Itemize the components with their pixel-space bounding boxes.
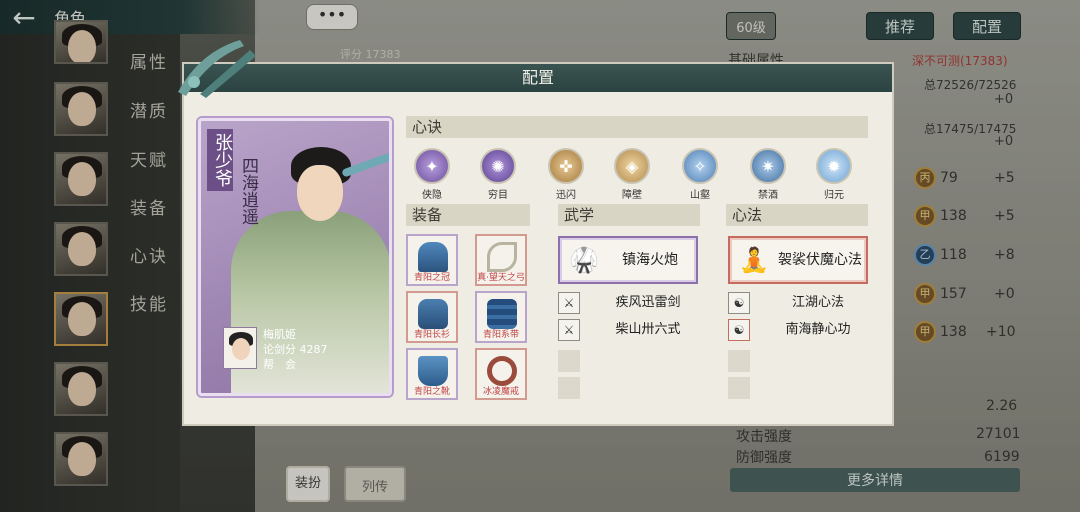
mind-skill[interactable]: ✧ 山壑 [678,148,722,201]
mind-skill-label: 障壁 [622,190,642,201]
heart-sub-skill[interactable]: ☯ 江湖心法 [728,292,872,314]
martial-main-skill[interactable]: 🥋 镇海火炮 [558,236,698,284]
martial-main-label: 镇海火炮 [622,252,678,268]
equipment-label: 青阳长衫 [413,330,450,340]
mind-skill-icon: ✺ [480,148,516,184]
meditation-icon: ☯ [728,292,750,314]
mind-skill[interactable]: ✷ 禁酒 [746,148,790,201]
owner-avatar[interactable] [223,327,257,369]
equipment-label: 青阳系带 [482,330,519,340]
boots-icon [418,356,448,386]
mind-skill[interactable]: ✦ 侠隐 [410,148,454,201]
mind-skill-icon: ✦ [414,148,450,184]
owner-face [232,338,250,360]
equipment-label: 青阳之冠 [413,273,450,283]
mind-skill-label: 迅闪 [556,190,576,201]
empty-skill-slot[interactable] [728,377,750,399]
mind-skill-label: 归元 [824,190,844,201]
heart-sub-label: 江湖心法 [791,295,844,310]
sword-ornament-icon [178,40,256,98]
martial-sub-skill[interactable]: ⚔ 疾风迅雷剑 [558,292,702,314]
character-title: 四海逍遥 [238,157,258,225]
owner-score: 论剑分 4287 [263,343,328,356]
mind-skill-label: 禁酒 [758,190,778,201]
equipment-slot-ring[interactable]: 冰凌魔戒 [475,348,527,400]
martial-pose-icon: ⚔ [558,319,580,341]
owner-name: 梅肌姬 [263,328,296,341]
ring-icon [487,356,517,386]
equipment-label: 冰凌魔戒 [482,387,519,397]
equipment-slot-belt[interactable]: 青阳系带 [475,291,527,343]
robe-icon [418,299,448,329]
section-heart: 心法 [726,204,868,226]
empty-skill-slot[interactable] [558,377,580,399]
mind-skill-label: 穷目 [488,190,508,201]
heart-sub-skill[interactable]: ☯ 南海静心功 [728,319,872,341]
mind-skill-icon: ✧ [682,148,718,184]
mind-skill[interactable]: ✹ 归元 [812,148,856,201]
meditation-icon: 🧘 [739,246,769,274]
heart-sub-label: 南海静心功 [785,322,851,337]
section-equipment: 装备 [406,204,530,226]
owner-guild: 帮 会 [263,358,296,371]
equipment-slot-boots[interactable]: 青阳之靴 [406,348,458,400]
equipment-label: 真·望天之弓 [477,273,525,283]
mind-skill[interactable]: ◈ 障壁 [610,148,654,201]
meditation-icon: ☯ [728,319,750,341]
equipment-slot-robe[interactable]: 青阳长衫 [406,291,458,343]
heart-main-label: 袈裟伏魔心法 [778,252,862,268]
bow-icon [487,242,517,272]
mind-skill-label: 山壑 [690,190,710,201]
mind-skill-icon: ✜ [548,148,584,184]
character-name: 张少爷 [207,129,233,191]
martial-sub-label: 疾风迅雷剑 [615,295,681,310]
mind-skill-label: 侠隐 [422,190,442,201]
empty-skill-slot[interactable] [558,350,580,372]
mind-skill[interactable]: ✜ 迅闪 [544,148,588,201]
heart-main-skill[interactable]: 🧘 袈裟伏魔心法 [728,236,868,284]
hat-icon [418,242,448,272]
mind-skill-icon: ✹ [816,148,852,184]
equipment-slot-bow[interactable]: 真·望天之弓 [475,234,527,286]
martial-sub-label: 柴山卅六式 [615,322,681,337]
equipment-slot-hat[interactable]: 青阳之冠 [406,234,458,286]
character-card: 张少爷 四海逍遥 梅肌姬 论剑分 4287 帮 会 [198,118,392,396]
belt-icon [487,299,517,329]
mind-skill-icon: ✷ [750,148,786,184]
cannon-stance-icon: 🥋 [569,246,599,274]
character-face [297,165,343,221]
mind-skill-icon: ◈ [614,148,650,184]
martial-sub-skill[interactable]: ⚔ 柴山卅六式 [558,319,702,341]
modal-title: 配置 [184,64,892,92]
config-modal: 配置 张少爷 四海逍遥 梅肌姬 论剑分 4287 帮 会 心诀 ✦ 侠隐 ✺ 穷… [178,40,894,426]
martial-pose-icon: ⚔ [558,292,580,314]
empty-skill-slot[interactable] [728,350,750,372]
mind-skill[interactable]: ✺ 穷目 [476,148,520,201]
section-martial: 武学 [558,204,700,226]
equipment-label: 青阳之靴 [413,387,450,397]
section-mind: 心诀 [406,116,868,138]
